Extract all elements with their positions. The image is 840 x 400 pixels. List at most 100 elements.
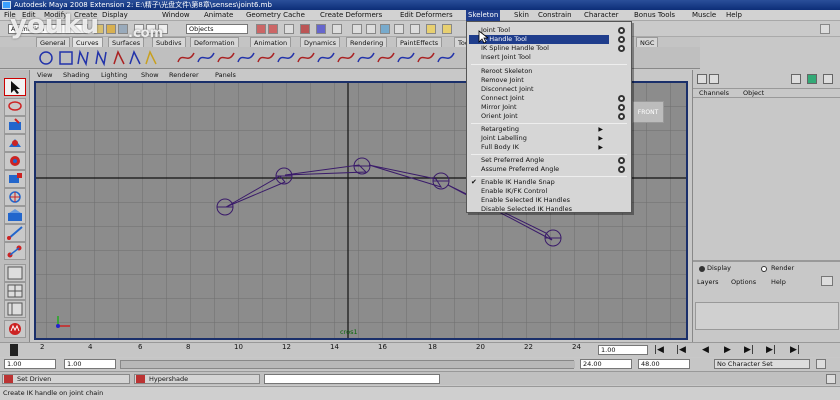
tab-rendering[interactable]: Rendering: [346, 37, 388, 47]
menu-help[interactable]: Help: [724, 10, 744, 21]
last-tool-used-icon[interactable]: [4, 242, 26, 260]
mask-dynamics-icon[interactable]: [332, 24, 342, 34]
menu-display[interactable]: Display: [100, 10, 130, 21]
menu-item-assume-preferred-angle[interactable]: Assume Preferred Angle: [481, 165, 559, 174]
tab-mngc[interactable]: NGC: [636, 37, 659, 47]
attribute-editor-icon[interactable]: [709, 74, 719, 84]
panel-menu-show[interactable]: Show: [141, 70, 159, 81]
menu-item-connect-joint[interactable]: Connect Joint: [481, 94, 524, 103]
four-view-layout-icon[interactable]: [4, 282, 26, 300]
menu-item-ik-spline-handle-tool[interactable]: IK Spline Handle Tool: [481, 44, 549, 53]
scale-tool-icon[interactable]: [4, 170, 26, 188]
layer-editor-icon[interactable]: [807, 74, 817, 84]
set-driven-window-button[interactable]: Set Driven: [2, 374, 130, 384]
display-radio[interactable]: [699, 266, 705, 272]
channel-layer-icon[interactable]: [823, 74, 833, 84]
menu-bonus-tools[interactable]: Bonus Tools: [632, 10, 677, 21]
history-icon[interactable]: [410, 24, 420, 34]
channels-menu[interactable]: Channels: [699, 89, 729, 98]
ipr-render-icon[interactable]: [442, 24, 452, 34]
mask-joints-icon[interactable]: [268, 24, 278, 34]
tab-painteffects[interactable]: PaintEffects: [396, 37, 443, 47]
connect-joint-option-icon[interactable]: [618, 95, 625, 102]
playback-end-field[interactable]: 24.00: [580, 359, 632, 369]
menu-item-remove-joint[interactable]: Remove Joint: [481, 76, 524, 85]
panel-menu-shading[interactable]: Shading: [63, 70, 89, 81]
menu-item-disconnect-joint[interactable]: Disconnect Joint: [481, 85, 534, 94]
object-menu[interactable]: Object: [743, 89, 764, 98]
soft-modification-icon[interactable]: [4, 206, 26, 224]
options-menu[interactable]: Options: [731, 278, 756, 286]
mask-handles-icon[interactable]: [256, 24, 266, 34]
render-radio[interactable]: [761, 266, 767, 272]
show-channel-box-icon[interactable]: [820, 24, 830, 34]
step-forward-key-icon[interactable]: ▶|: [766, 344, 776, 356]
menu-skeleton[interactable]: Skeleton: [466, 10, 501, 21]
menu-item-full-body-ik[interactable]: Full Body IK: [481, 143, 519, 152]
open-scene-icon[interactable]: [106, 24, 116, 34]
time-slider[interactable]: 2 4 6 8 10 12 14 16 18 20 22 24 1.00 |◀ …: [0, 342, 840, 357]
go-to-end-icon[interactable]: ▶|: [790, 344, 800, 356]
menu-item-enable-ikfk-control[interactable]: Enable IK/FK Control: [481, 187, 547, 196]
end-time-field[interactable]: 48.00: [638, 359, 690, 369]
menu-muscle[interactable]: Muscle: [690, 10, 718, 21]
menu-item-disable-selected-ik-handles[interactable]: Disable Selected IK Handles: [481, 205, 572, 214]
help-menu[interactable]: Help: [771, 278, 786, 286]
snap-grid-icon[interactable]: [352, 24, 362, 34]
menu-item-orient-joint[interactable]: Orient Joint: [481, 112, 518, 121]
tab-deformation[interactable]: Deformation: [190, 37, 239, 47]
lasso-tool-icon[interactable]: [4, 98, 26, 116]
go-to-start-icon[interactable]: |◀: [654, 344, 664, 356]
snap-point-icon[interactable]: [380, 24, 390, 34]
hypershade-window-button[interactable]: Hypershade: [134, 374, 260, 384]
range-slider-bar[interactable]: [120, 360, 575, 369]
playback-start-field[interactable]: 1.00: [64, 359, 116, 369]
persp-outliner-layout-icon[interactable]: [4, 300, 26, 318]
show-manipulator-icon[interactable]: [4, 224, 26, 242]
menu-character[interactable]: Character: [582, 10, 621, 21]
menu-create-deformers[interactable]: Create Deformers: [318, 10, 384, 21]
menu-item-insert-joint-tool[interactable]: Insert Joint Tool: [481, 53, 531, 62]
menu-item-reroot-skeleton[interactable]: Reroot Skeleton: [481, 67, 532, 76]
play-backward-icon[interactable]: ▶: [724, 344, 731, 356]
start-time-field[interactable]: 1.00: [4, 359, 56, 369]
menu-item-joint-labelling[interactable]: Joint Labelling: [481, 134, 527, 143]
orient-joint-option-icon[interactable]: [618, 113, 625, 120]
menu-item-enable-ik-handle-snap[interactable]: Enable IK Handle Snap: [481, 178, 555, 187]
menu-window[interactable]: Window: [160, 10, 192, 21]
current-frame-field[interactable]: 1.00: [598, 345, 648, 355]
menu-skin[interactable]: Skin: [512, 10, 531, 21]
select-tool-icon[interactable]: [4, 78, 26, 96]
mask-deformations-icon[interactable]: [316, 24, 326, 34]
menu-item-retargeting[interactable]: Retargeting: [481, 125, 519, 134]
menu-animate[interactable]: Animate: [202, 10, 235, 21]
command-line-input[interactable]: [264, 374, 440, 384]
step-back-key-icon[interactable]: |◀: [676, 344, 686, 356]
move-tool-icon[interactable]: [4, 134, 26, 152]
ik-spline-option-icon[interactable]: [618, 45, 625, 52]
channel-box-toggle-icon[interactable]: [697, 74, 707, 84]
render-icon[interactable]: [426, 24, 436, 34]
character-set-dropdown[interactable]: No Character Set: [714, 359, 810, 369]
snap-curve-icon[interactable]: [366, 24, 376, 34]
auto-key-icon[interactable]: [816, 359, 826, 369]
rotate-tool-icon[interactable]: [4, 152, 26, 170]
tool-settings-icon[interactable]: [791, 74, 801, 84]
current-frame-marker[interactable]: [10, 344, 18, 356]
panel-menu-lighting[interactable]: Lighting: [101, 70, 127, 81]
menu-item-mirror-joint[interactable]: Mirror Joint: [481, 103, 517, 112]
step-back-frame-icon[interactable]: ◀: [702, 344, 709, 356]
menu-item-enable-selected-ik-handles[interactable]: Enable Selected IK Handles: [481, 196, 570, 205]
save-scene-icon[interactable]: [118, 24, 128, 34]
view-cube-front-button[interactable]: FRONT: [632, 101, 664, 123]
panel-menu-view[interactable]: View: [37, 70, 52, 81]
range-slider-handle[interactable]: [121, 361, 575, 368]
snap-view-plane-icon[interactable]: [394, 24, 404, 34]
mask-curves-icon[interactable]: [284, 24, 294, 34]
panel-menu-panels[interactable]: Panels: [215, 70, 236, 81]
menu-constrain[interactable]: Constrain: [536, 10, 574, 21]
set-preferred-angle-option-icon[interactable]: [618, 157, 625, 164]
panel-menu-renderer[interactable]: Renderer: [169, 70, 199, 81]
tab-dynamics[interactable]: Dynamics: [300, 37, 341, 47]
mirror-joint-option-icon[interactable]: [618, 104, 625, 111]
